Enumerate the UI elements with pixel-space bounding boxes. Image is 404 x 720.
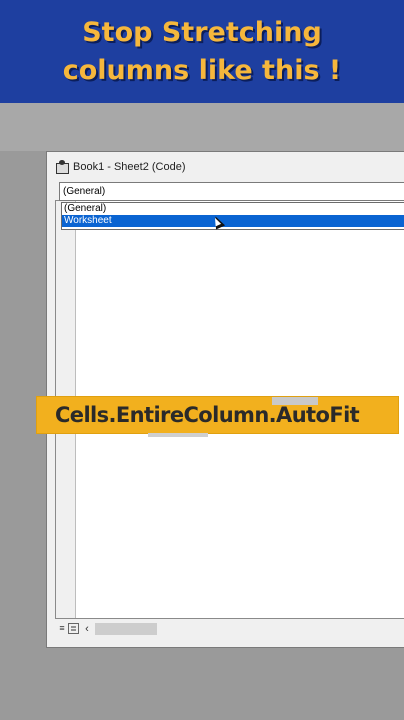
banner-line-2: columns like this ! [62, 54, 342, 86]
full-module-view-icon[interactable]: ≣ [68, 623, 79, 634]
horizontal-scroll-thumb[interactable] [95, 622, 157, 635]
dropdown-option-general[interactable]: (General) [62, 203, 404, 215]
overlay-highlight-lower [148, 433, 208, 437]
banner-line-1: Stop Stretching [82, 16, 322, 48]
object-dropdown-list[interactable]: (General) Worksheet [61, 202, 404, 230]
code-overlay-text: Cells.EntireColumn.AutoFit [55, 403, 360, 427]
overlay-highlight [272, 397, 318, 405]
window-titlebar[interactable]: Book1 - Sheet2 (Code) [47, 152, 404, 182]
title-banner: Stop Stretching columns like this ! [0, 0, 404, 103]
procedure-view-icon[interactable]: ≡ [57, 623, 67, 634]
dropdown-option-worksheet[interactable]: Worksheet [62, 215, 404, 227]
vba-module-icon [55, 160, 69, 174]
scroll-left-icon[interactable]: ‹ [81, 623, 93, 635]
code-overlay-bar: Cells.EntireColumn.AutoFit [37, 397, 398, 433]
editor-bottom-bar: ≡ ≣ ‹ [55, 620, 404, 637]
window-title: Book1 - Sheet2 (Code) [73, 161, 186, 173]
object-combo[interactable]: (General) [59, 182, 404, 201]
background-gap [0, 103, 404, 151]
